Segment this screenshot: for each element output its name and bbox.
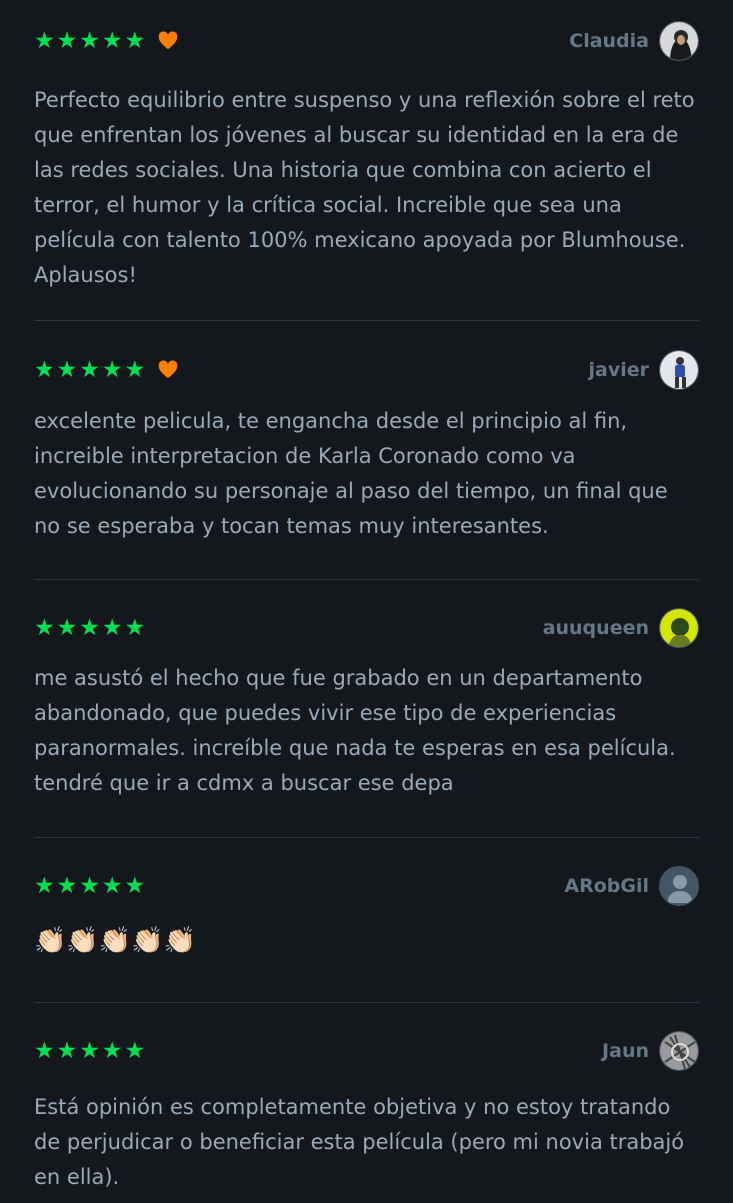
author-name[interactable]: ARobGil — [564, 875, 649, 897]
review-author[interactable]: Jaun — [602, 1031, 699, 1071]
review-text: me asustó el hecho que fue grabado en un… — [34, 666, 676, 795]
review-item: ★★★★★ javier excelente pelicula, te enga… — [34, 321, 699, 580]
star-rating: ★★★★★ — [34, 872, 148, 899]
avatar[interactable] — [659, 1031, 699, 1071]
rating: ★★★★★ — [34, 1037, 148, 1064]
avatar[interactable] — [659, 21, 699, 61]
rating: ★★★★★ — [34, 27, 179, 54]
star-rating: ★★★★★ — [34, 1037, 148, 1064]
review-author[interactable]: Claudia — [569, 21, 699, 61]
star-rating: ★★★★★ — [34, 614, 148, 641]
review-text: excelente pelicula, te engancha desde el… — [34, 409, 668, 538]
review-text: 👏🏻👏🏻👏🏻👏🏻👏🏻 — [34, 926, 196, 956]
avatar[interactable] — [659, 866, 699, 906]
star-rating: ★★★★★ — [34, 356, 148, 383]
heart-icon — [158, 360, 178, 379]
user-photo-icon — [660, 22, 698, 60]
review-author[interactable]: javier — [589, 350, 699, 390]
avatar[interactable] — [659, 350, 699, 390]
rating: ★★★★★ — [34, 872, 148, 899]
author-name[interactable]: Jaun — [602, 1040, 649, 1062]
review-text: Perfecto equilibrio entre suspenso y una… — [34, 88, 695, 287]
author-name[interactable]: auuqueen — [543, 617, 649, 639]
review-item: ★★★★★ auuqueen me asustó el hecho que fu… — [34, 580, 699, 838]
author-name[interactable]: javier — [589, 359, 650, 381]
review-text: Está opinión es completamente objetiva y… — [34, 1095, 685, 1189]
review-author[interactable]: ARobGil — [564, 866, 699, 906]
review-header: ★★★★★ auuqueen — [34, 580, 699, 648]
review-header: ★★★★★ Jaun — [34, 1003, 699, 1071]
review-item: ★★★★★ Jaun Está opinión es completamente… — [34, 1003, 699, 1203]
user-photo-icon — [660, 609, 698, 647]
reviews-list: ★★★★★ Claudia Perfecto equilibrio entre … — [0, 0, 733, 1203]
user-photo-icon — [660, 1032, 698, 1070]
default-user-icon — [660, 867, 698, 905]
review-header: ★★★★★ javier — [34, 321, 699, 390]
rating: ★★★★★ — [34, 614, 148, 641]
avatar[interactable] — [659, 608, 699, 648]
review-header: ★★★★★ Claudia — [34, 0, 699, 61]
review-item: ★★★★★ ARobGil 👏🏻👏🏻👏🏻👏🏻👏🏻 — [34, 838, 699, 1003]
author-name[interactable]: Claudia — [569, 30, 649, 52]
review-author[interactable]: auuqueen — [543, 608, 699, 648]
user-photo-icon — [660, 351, 698, 389]
review-header: ★★★★★ ARobGil — [34, 838, 699, 906]
rating: ★★★★★ — [34, 356, 179, 383]
heart-icon — [158, 31, 178, 50]
star-rating: ★★★★★ — [34, 27, 148, 54]
review-item: ★★★★★ Claudia Perfecto equilibrio entre … — [34, 0, 699, 321]
